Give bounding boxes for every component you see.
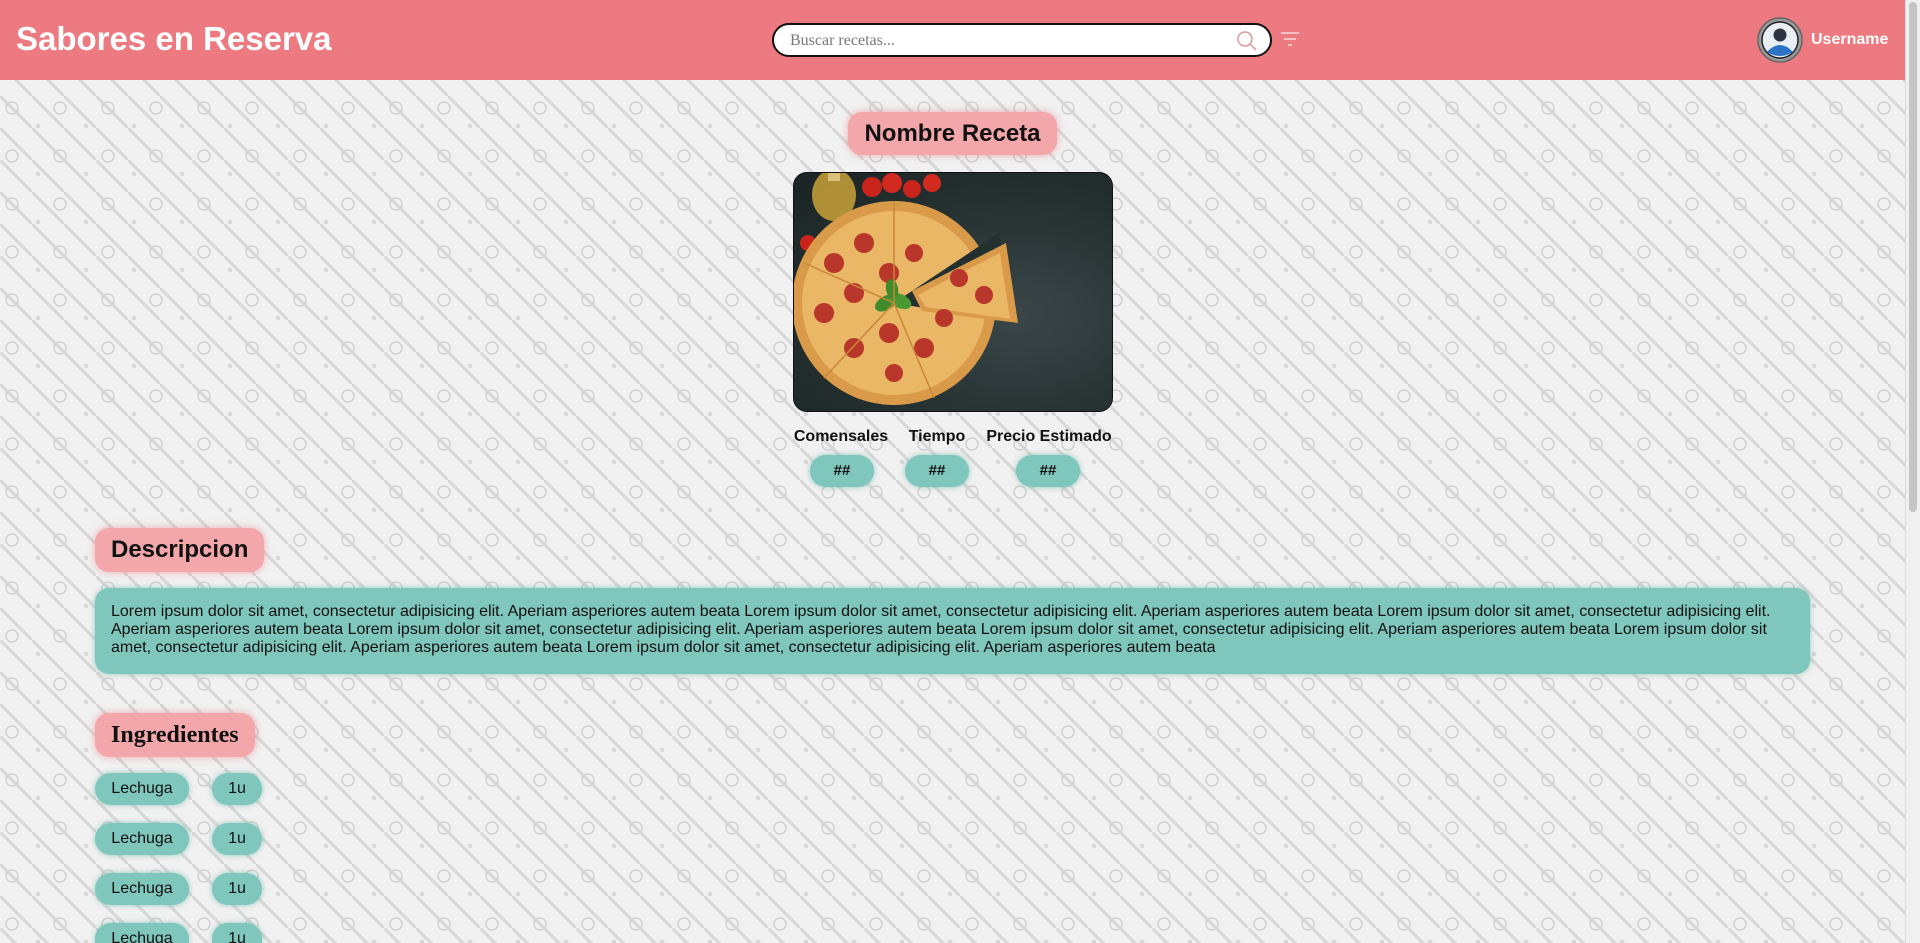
top-navbar: Sabores en Reserva Username	[0, 0, 1905, 80]
brand-title[interactable]: Sabores en Reserva	[16, 20, 332, 58]
ingredient-qty: 1u	[212, 873, 262, 905]
scrollbar-thumb[interactable]	[1909, 2, 1917, 512]
ingredient-qty: 1u	[212, 823, 262, 855]
ingredient-name: Lechuga	[95, 773, 189, 805]
recipe-image	[793, 172, 1113, 412]
pizza-illustration	[794, 173, 1018, 405]
user-avatar-icon[interactable]	[1757, 17, 1803, 63]
username-label[interactable]: Username	[1811, 31, 1888, 49]
ingredient-name: Lechuga	[95, 873, 189, 905]
ingredient-qty: 1u	[212, 773, 262, 805]
stat-value-comensales: ##	[810, 455, 874, 487]
search-icon[interactable]	[1236, 30, 1258, 52]
page-scrollbar[interactable]	[1905, 0, 1920, 943]
stat-value-precio: ##	[1016, 455, 1080, 487]
ingredient-qty: 1u	[212, 923, 262, 943]
description-text: Lorem ipsum dolor sit amet, consectetur …	[95, 588, 1810, 674]
ingredient-name: Lechuga	[95, 923, 189, 943]
ingredients-heading: Ingredientes	[95, 713, 255, 757]
search-input[interactable]	[788, 29, 1222, 53]
filter-icon[interactable]	[1280, 30, 1300, 48]
description-heading: Descripcion	[95, 528, 265, 572]
stat-label-comensales: Comensales	[793, 428, 889, 445]
stat-label-precio: Precio Estimado	[986, 428, 1112, 445]
recipe-title: Nombre Receta	[848, 112, 1057, 155]
stat-value-tiempo: ##	[905, 455, 969, 487]
ingredient-name: Lechuga	[95, 823, 189, 855]
search-bar[interactable]	[772, 23, 1272, 57]
stat-label-tiempo: Tiempo	[908, 428, 966, 445]
